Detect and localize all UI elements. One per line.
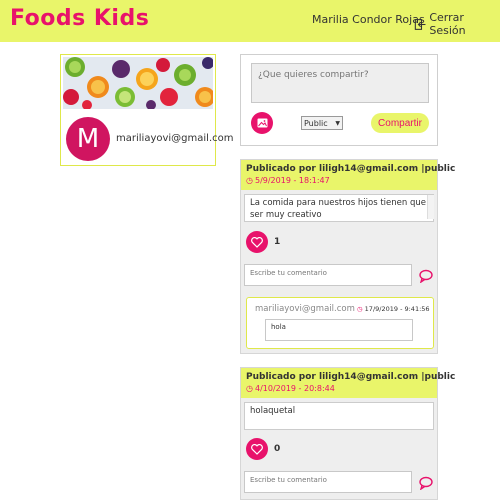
- comment-send-icon[interactable]: [419, 269, 433, 283]
- post-header: Publicado por liligh14@gmail.com |public…: [241, 368, 456, 398]
- compose-textarea[interactable]: [251, 63, 429, 103]
- like-button[interactable]: [246, 231, 268, 253]
- heart-icon: [251, 443, 263, 455]
- like-count: 1: [274, 237, 281, 247]
- post-date: ◷ 5/9/2019 - 18:1:47: [246, 176, 330, 185]
- compose-post-card: Public ▼ Compartir: [240, 54, 438, 146]
- post-text-scrollbar[interactable]: [427, 195, 434, 219]
- comment-date: ◷ 17/9/2019 - 9:41:56: [357, 305, 430, 313]
- post-author: Publicado por liligh14@gmail.com |public: [246, 372, 456, 382]
- profile-banner-image: [63, 57, 213, 109]
- like-count: 0: [274, 444, 281, 454]
- post-date: ◷ 4/10/2019 - 20:8:44: [246, 384, 335, 393]
- top-navbar: Foods Kids Marilia Condor Rojas Cerrar S…: [0, 0, 500, 42]
- logout-icon: [414, 18, 426, 30]
- avatar: M: [66, 117, 110, 161]
- profile-email: mariliayovi@gmail.com: [116, 133, 234, 144]
- logout-button[interactable]: Cerrar Sesión: [414, 11, 500, 37]
- comment-author: mariliayovi@gmail.com: [255, 304, 355, 314]
- privacy-select[interactable]: Public ▼: [301, 116, 343, 130]
- comment-input[interactable]: Escribe tu comentario: [244, 264, 412, 286]
- post-text[interactable]: holaquetal: [244, 402, 434, 430]
- privacy-value: Public: [304, 118, 328, 128]
- share-button[interactable]: Compartir: [371, 113, 429, 133]
- clock-icon: ◷: [246, 176, 253, 185]
- post-header: Publicado por liligh14@gmail.com |public…: [241, 160, 456, 190]
- post-author: Publicado por liligh14@gmail.com |public: [246, 164, 456, 174]
- comment-input[interactable]: Escribe tu comentario: [244, 471, 412, 493]
- logout-label: Cerrar Sesión: [429, 11, 466, 37]
- comment-item: mariliayovi@gmail.com ◷ 17/9/2019 - 9:41…: [246, 297, 434, 349]
- post-card: Publicado por liligh14@gmail.com |public…: [240, 367, 456, 500]
- profile-card: M mariliayovi@gmail.com: [60, 54, 234, 166]
- heart-icon: [251, 236, 263, 248]
- add-image-button[interactable]: [251, 112, 273, 134]
- clock-icon: ◷: [246, 384, 253, 393]
- comment-send-icon[interactable]: [419, 476, 433, 490]
- app-logo[interactable]: Foods Kids: [10, 6, 149, 31]
- user-name-link[interactable]: Marilia Condor Rojas: [312, 13, 425, 26]
- post-text[interactable]: La comida para nuestros hijos tienen que…: [244, 194, 434, 222]
- post-card: Publicado por liligh14@gmail.com |public…: [240, 159, 456, 354]
- clock-icon: ◷: [357, 305, 363, 313]
- chevron-down-icon: ▼: [335, 119, 340, 127]
- image-icon: [257, 118, 267, 128]
- comment-text[interactable]: hola: [265, 319, 413, 341]
- like-button[interactable]: [246, 438, 268, 460]
- fruit-banner-icon: [63, 57, 213, 109]
